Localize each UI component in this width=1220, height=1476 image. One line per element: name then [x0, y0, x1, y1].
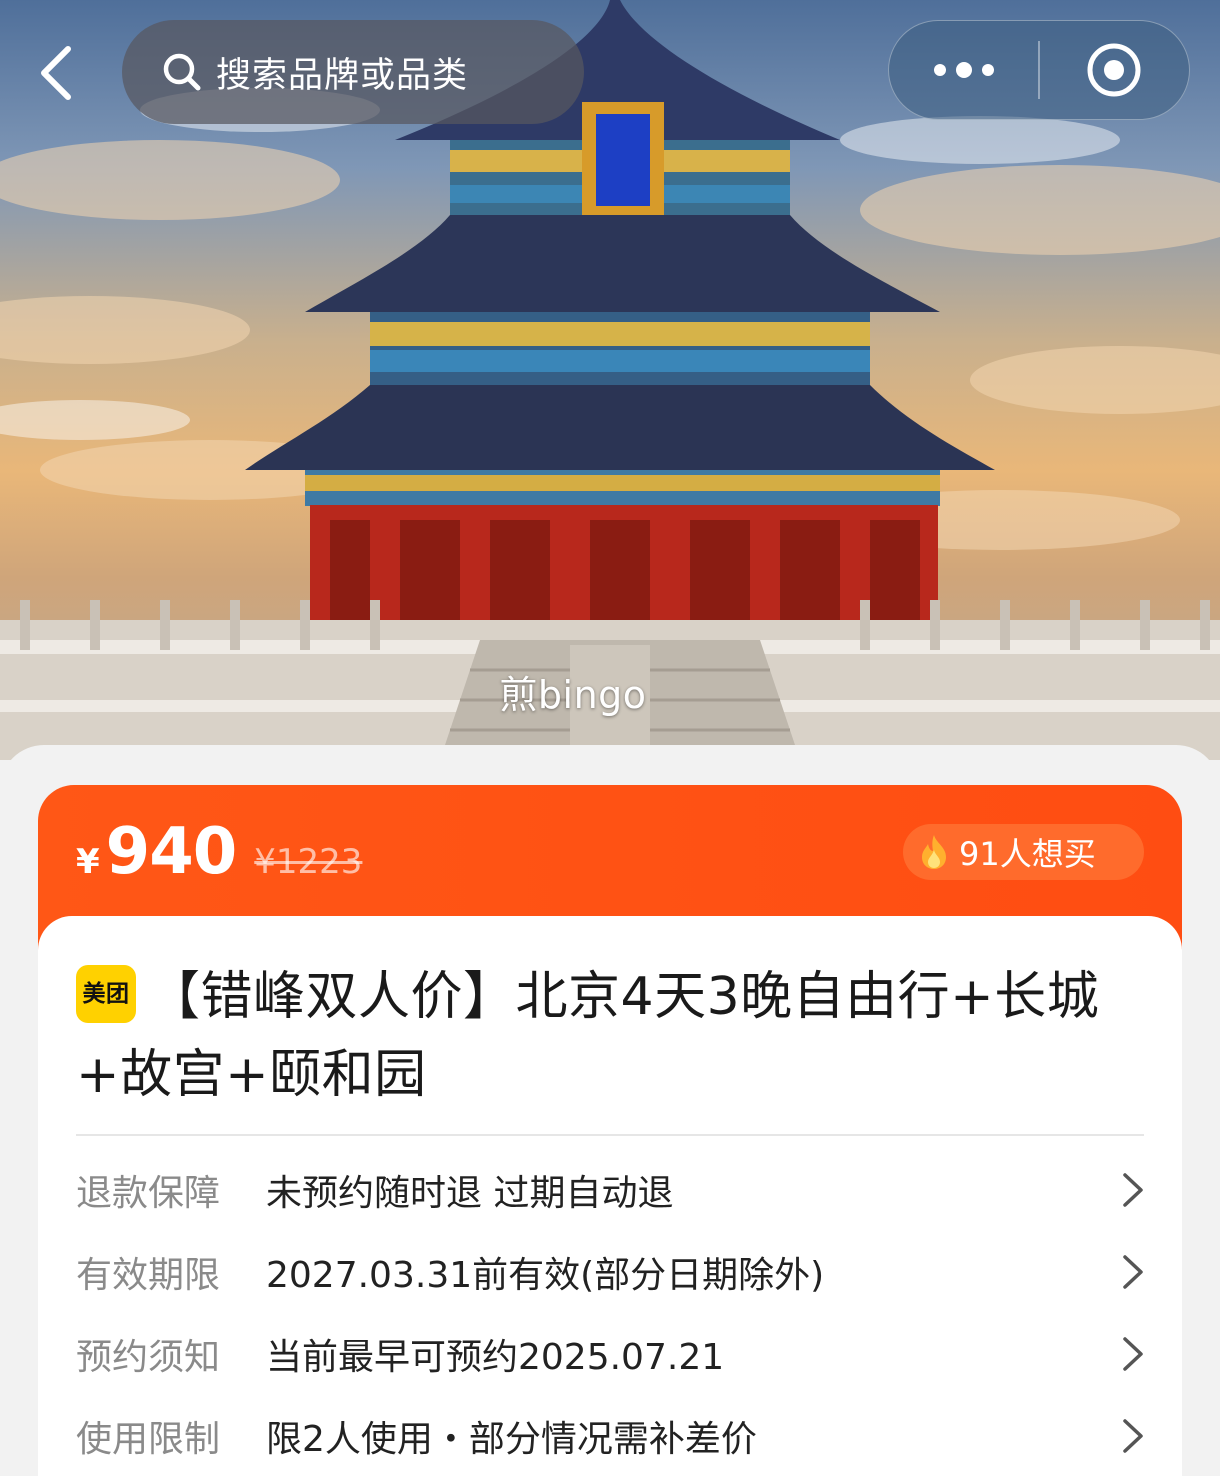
chevron-right-icon — [1114, 1170, 1144, 1210]
want-count-text: 91人想买 — [959, 835, 1096, 873]
want-count-badge: 91人想买 — [903, 824, 1144, 880]
search-bar[interactable]: 搜索品牌或品类 — [122, 20, 584, 124]
currency-symbol: ¥ — [76, 842, 100, 882]
fire-icon — [919, 834, 949, 870]
chevron-right-icon — [1114, 1252, 1144, 1292]
more-button[interactable] — [889, 21, 1038, 119]
detail-row-usage-limit[interactable]: 使用限制 限2人使用・部分情况需补差价 — [76, 1400, 1144, 1472]
search-icon — [162, 52, 202, 92]
detail-label: 预约须知 — [76, 1337, 221, 1378]
hero-caption: 煎bingo — [499, 673, 647, 717]
product-detail-page: 煎bingo 搜索品牌或品类 ¥ 940 ¥1223 91人想买 美团 【错峰双… — [0, 0, 1220, 1476]
product-title: 【错峰双人价】北京4天3晚自由行+长城+故宫+颐和园 — [76, 967, 1100, 1105]
chevron-right-icon — [1114, 1416, 1144, 1456]
detail-label: 有效期限 — [76, 1255, 221, 1296]
detail-row-validity[interactable]: 有效期限 2027.03.31前有效(部分日期除外) — [76, 1236, 1144, 1308]
original-price: ¥1223 — [254, 842, 363, 882]
mini-program-capsule — [888, 20, 1190, 120]
close-miniprogram-button[interactable] — [1040, 21, 1189, 119]
product-title-block: 美团 【错峰双人价】北京4天3晚自由行+长城+故宫+颐和园 — [76, 958, 1156, 1114]
chevron-right-icon — [1114, 1334, 1144, 1374]
detail-row-refund[interactable]: 退款保障 未预约随时退 过期自动退 — [76, 1154, 1144, 1226]
search-placeholder: 搜索品牌或品类 — [216, 55, 469, 96]
detail-value: 2027.03.31前有效(部分日期除外) — [266, 1255, 825, 1296]
detail-label: 使用限制 — [76, 1419, 221, 1460]
detail-value: 未预约随时退 过期自动退 — [266, 1173, 674, 1214]
section-divider — [76, 1134, 1144, 1136]
meituan-brand-badge: 美团 — [76, 965, 136, 1023]
detail-value: 当前最早可预约2025.07.21 — [266, 1337, 725, 1378]
detail-label: 退款保障 — [76, 1173, 221, 1214]
more-dots-icon — [933, 62, 994, 78]
detail-row-booking[interactable]: 预约须知 当前最早可预约2025.07.21 — [76, 1318, 1144, 1390]
current-price: 940 — [105, 815, 238, 889]
target-circle-icon — [1087, 43, 1141, 97]
price-row: ¥ 940 ¥1223 — [76, 815, 362, 895]
back-button[interactable] — [26, 38, 86, 108]
detail-value: 限2人使用・部分情况需补差价 — [266, 1419, 757, 1460]
chevron-left-icon — [41, 46, 71, 100]
